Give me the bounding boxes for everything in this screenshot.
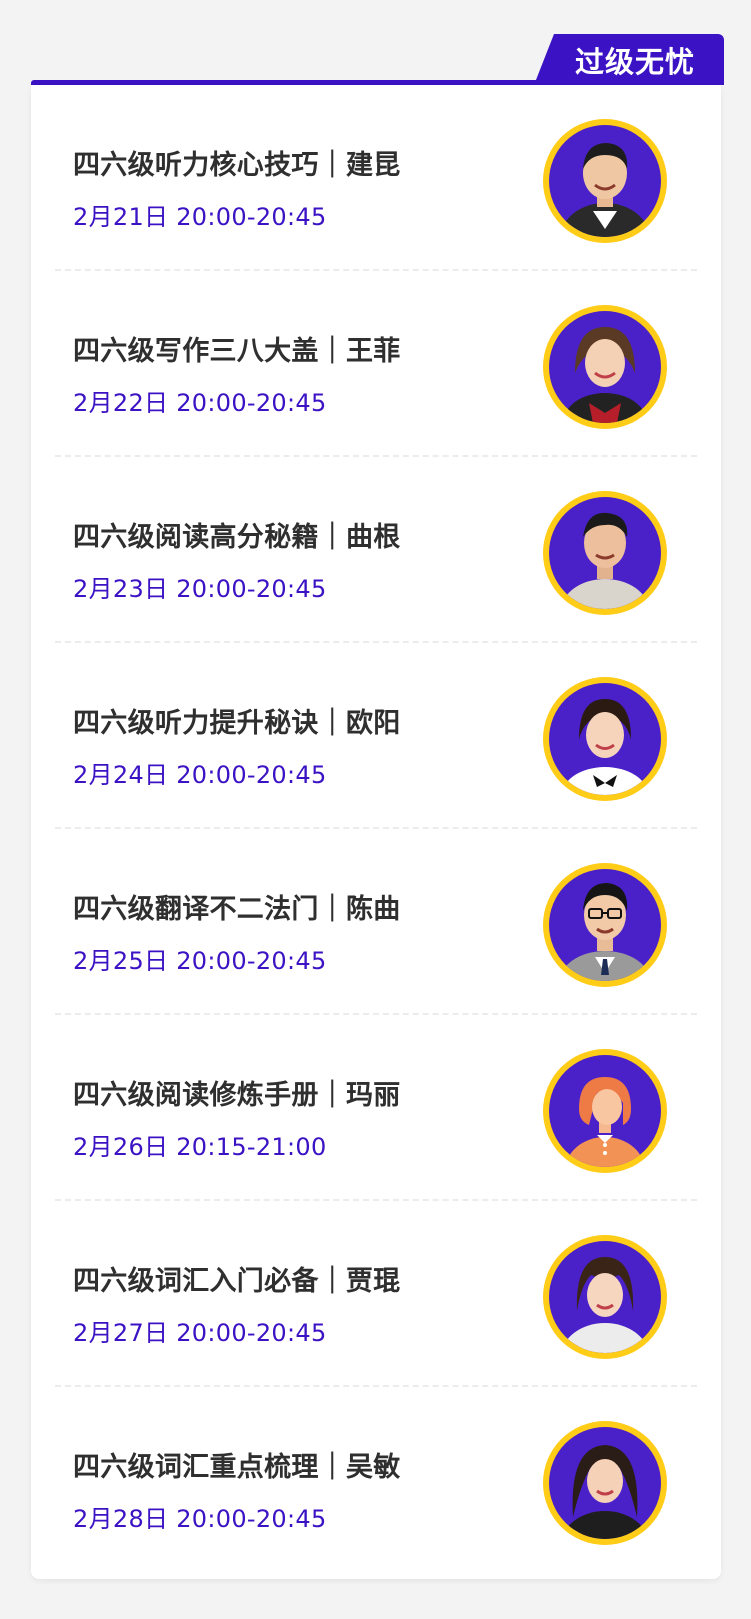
person-icon <box>561 1257 649 1353</box>
course-title: 四六级阅读修炼手册｜玛丽 <box>73 1080 401 1111</box>
teacher-avatar <box>543 305 667 429</box>
course-item[interactable]: 四六级听力核心技巧｜建昆 2月21日 20:00-20:45 <box>31 85 721 271</box>
course-item[interactable]: 四六级写作三八大盖｜王菲 2月22日 20:00-20:45 <box>31 271 721 457</box>
guaranteed-pass-badge: 过级无忧 <box>534 34 724 85</box>
person-icon <box>561 512 649 609</box>
teacher-avatar <box>543 677 667 801</box>
course-time: 2月21日 20:00-20:45 <box>73 203 327 231</box>
course-time: 2月28日 20:00-20:45 <box>73 1505 327 1533</box>
course-item[interactable]: 四六级词汇重点梳理｜吴敏 2月28日 20:00-20:45 <box>31 1387 721 1573</box>
teacher-avatar <box>543 863 667 987</box>
person-icon <box>561 1445 649 1539</box>
course-title: 四六级翻译不二法门｜陈曲 <box>73 894 401 925</box>
course-time: 2月27日 20:00-20:45 <box>73 1319 327 1347</box>
course-time: 2月24日 20:00-20:45 <box>73 761 327 789</box>
course-time: 2月26日 20:15-21:00 <box>73 1133 327 1161</box>
person-icon <box>561 143 649 237</box>
course-title: 四六级词汇重点梳理｜吴敏 <box>73 1452 401 1483</box>
teacher-avatar <box>543 1421 667 1545</box>
course-title: 四六级听力核心技巧｜建昆 <box>73 150 401 181</box>
person-icon <box>563 327 647 423</box>
course-title: 四六级听力提升秘诀｜欧阳 <box>73 708 401 739</box>
course-time: 2月23日 20:00-20:45 <box>73 575 327 603</box>
course-item[interactable]: 四六级听力提升秘诀｜欧阳 2月24日 20:00-20:45 <box>31 643 721 829</box>
course-title: 四六级阅读高分秘籍｜曲根 <box>73 522 401 553</box>
course-list: 四六级听力核心技巧｜建昆 2月21日 20:00-20:45 四六级写作三八大盖… <box>31 85 721 1573</box>
course-item[interactable]: 四六级阅读修炼手册｜玛丽 2月26日 20:15-21:00 <box>31 1015 721 1201</box>
teacher-avatar <box>543 491 667 615</box>
person-icon <box>565 1077 645 1167</box>
course-item[interactable]: 四六级词汇入门必备｜贾琨 2月27日 20:00-20:45 <box>31 1201 721 1387</box>
teacher-avatar <box>543 1049 667 1173</box>
person-icon <box>559 883 651 981</box>
course-item[interactable]: 四六级阅读高分秘籍｜曲根 2月23日 20:00-20:45 <box>31 457 721 643</box>
course-time: 2月22日 20:00-20:45 <box>73 389 327 417</box>
teacher-avatar <box>543 1235 667 1359</box>
next-section-hint <box>60 1603 700 1619</box>
course-title: 四六级写作三八大盖｜王菲 <box>73 336 401 367</box>
badge-label: 过级无忧 <box>574 44 695 79</box>
teacher-avatar <box>543 119 667 243</box>
course-title: 四六级词汇入门必备｜贾琨 <box>73 1266 401 1297</box>
course-list-card: 四六级听力核心技巧｜建昆 2月21日 20:00-20:45 四六级写作三八大盖… <box>31 85 721 1579</box>
course-item[interactable]: 四六级翻译不二法门｜陈曲 2月25日 20:00-20:45 <box>31 829 721 1015</box>
course-schedule-page: 过级无忧 四六级听力核心技巧｜建昆 2月21日 20:00-20:45 四六级写… <box>0 0 751 1619</box>
person-icon <box>561 699 649 795</box>
course-time: 2月25日 20:00-20:45 <box>73 947 327 975</box>
